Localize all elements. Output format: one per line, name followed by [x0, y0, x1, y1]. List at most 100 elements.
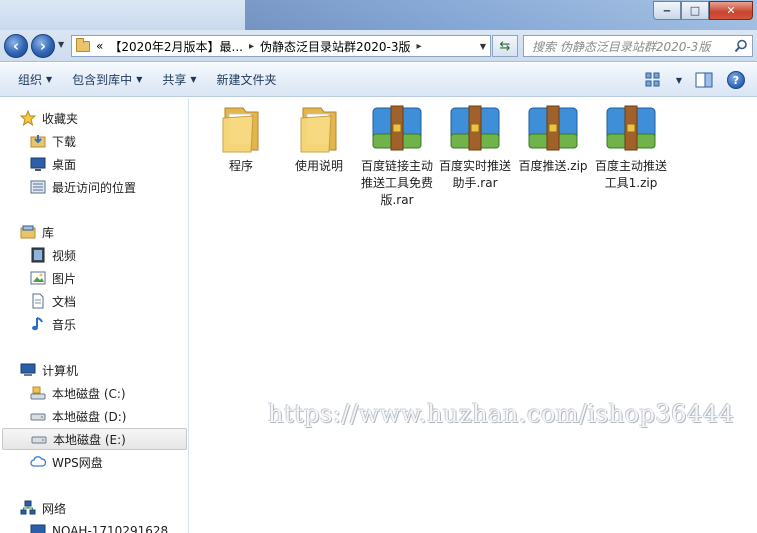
chevron-down-icon: ▼	[46, 75, 53, 84]
sidebar-item-music[interactable]: 音乐	[30, 313, 76, 335]
cloud-icon	[30, 456, 46, 467]
search-icon[interactable]	[734, 39, 748, 53]
system-drive-icon	[30, 386, 46, 400]
nav-group-favorites[interactable]: 收藏夹	[20, 108, 78, 128]
change-view-button[interactable]	[643, 69, 665, 91]
refresh-icon: ⇆	[499, 38, 511, 54]
chevron-down-icon: ▼	[190, 75, 197, 84]
back-button[interactable]: ‹	[4, 34, 28, 58]
minimize-button[interactable]: ‒	[653, 1, 681, 20]
include-label: 包含到库中	[72, 73, 133, 87]
archive-icon	[528, 105, 578, 151]
sidebar-item-drive-e[interactable]: 本地磁盘 (E:)	[2, 428, 187, 450]
view-grid-icon	[645, 72, 660, 87]
nav-group-network[interactable]: 网络	[20, 498, 66, 518]
sidebar-item-label: 本地磁盘 (D:)	[52, 409, 127, 424]
sidebar-item-drive-c[interactable]: 本地磁盘 (C:)	[30, 382, 126, 404]
music-note-icon	[32, 317, 43, 331]
sidebar-item-pictures[interactable]: 图片	[30, 267, 76, 289]
sidebar-item-label: 最近访问的位置	[52, 180, 137, 195]
share-menu-button[interactable]: 共享 ▼	[152, 68, 206, 92]
address-bar[interactable]: « 【2020年2月版本】最... ▸ 伪静态泛目录站群2020-3版 ▸ ▼	[71, 35, 491, 57]
organize-menu-button[interactable]: 组织 ▼	[8, 68, 62, 92]
archive-icon	[450, 105, 500, 151]
breadcrumb-separator-icon[interactable]: ▸	[417, 41, 422, 52]
file-item-folder[interactable]: 程序	[203, 104, 279, 175]
library-icon	[20, 225, 36, 239]
help-icon: ?	[727, 71, 745, 89]
breadcrumb-item-current[interactable]: 伪静态泛目录站群2020-3版	[260, 38, 411, 55]
file-item-archive[interactable]: 百度主动推送工具1.zip	[593, 104, 669, 192]
nav-group-label: 库	[42, 225, 55, 240]
sidebar-item-label: 视频	[52, 248, 77, 263]
sidebar-item-desktop[interactable]: 桌面	[30, 153, 76, 175]
preview-pane-icon	[695, 72, 713, 88]
hard-drive-icon	[30, 413, 46, 421]
breadcrumb-item-parent[interactable]: 【2020年2月版本】最...	[109, 38, 243, 55]
nav-group-label: 网络	[42, 501, 67, 516]
star-icon	[20, 110, 36, 126]
navigation-pane[interactable]: 收藏夹 下载 桌面 最近访问的位置 库 视频 图片 文档 音乐 计算机 本地磁盘…	[0, 98, 189, 533]
organize-label: 组织	[18, 73, 43, 87]
sidebar-item-label: WPS网盘	[52, 455, 103, 470]
breadcrumb-separator-icon[interactable]: ▸	[249, 41, 254, 52]
computer-icon	[20, 363, 36, 376]
share-label: 共享	[162, 73, 187, 87]
new-folder-button[interactable]: 新建文件夹	[207, 68, 287, 92]
computer-icon	[30, 524, 46, 533]
file-item-folder[interactable]: 使用说明	[281, 104, 357, 175]
sidebar-item-label: 本地磁盘 (E:)	[53, 432, 126, 447]
archive-icon	[372, 105, 422, 151]
archive-icon	[606, 105, 656, 151]
sidebar-item-videos[interactable]: 视频	[30, 244, 76, 266]
toolbar-right-group: ▼ ?	[643, 69, 747, 91]
refresh-button[interactable]: ⇆	[492, 35, 518, 57]
include-in-library-button[interactable]: 包含到库中 ▼	[62, 68, 152, 92]
sidebar-item-drive-d[interactable]: 本地磁盘 (D:)	[30, 405, 126, 427]
nav-group-label: 收藏夹	[42, 111, 79, 126]
file-item-archive[interactable]: 百度实时推送助手.rar	[437, 104, 513, 192]
file-item-archive[interactable]: 百度链接主动推送工具免费版.rar	[359, 104, 435, 209]
preview-pane-button[interactable]	[693, 69, 715, 91]
picture-icon	[30, 271, 46, 285]
file-name: 百度推送.zip	[518, 159, 588, 173]
help-button[interactable]: ?	[725, 69, 747, 91]
folder-icon	[76, 37, 90, 52]
chevron-down-icon: ▼	[136, 75, 143, 84]
file-name: 百度主动推送工具1.zip	[594, 159, 667, 190]
file-name: 程序	[228, 159, 253, 173]
forward-button[interactable]: ›	[31, 34, 55, 58]
watermark-text: https://www.huzhan.com/ishop36444	[268, 400, 735, 428]
view-options-dropdown[interactable]: ▼	[675, 69, 683, 91]
sidebar-item-documents[interactable]: 文档	[30, 290, 76, 312]
address-row: ‹ › ▼ « 【2020年2月版本】最... ▸ 伪静态泛目录站群2020-3…	[0, 30, 757, 62]
nav-group-computer[interactable]: 计算机	[20, 360, 78, 380]
new-folder-label: 新建文件夹	[216, 73, 277, 87]
window-titlebar[interactable]: ‒ □ ✕	[0, 0, 757, 30]
search-input[interactable]: 搜索 伪静态泛目录站群2020-3版	[523, 35, 753, 57]
document-icon	[32, 293, 44, 309]
recent-places-icon	[30, 180, 46, 194]
maximize-button[interactable]: □	[681, 1, 709, 20]
command-toolbar: 组织 ▼ 包含到库中 ▼ 共享 ▼ 新建文件夹 ▼ ?	[0, 63, 757, 97]
arrow-left-icon: ‹	[12, 36, 20, 55]
file-name: 百度实时推送助手.rar	[438, 159, 511, 190]
file-item-archive[interactable]: 百度推送.zip	[515, 104, 591, 175]
breadcrumb-overflow[interactable]: «	[96, 39, 103, 53]
file-list-view[interactable]: 程序 使用说明 百度链接主动推送工具免费版.rar 百度实时推送助手.rar 百…	[190, 98, 757, 533]
sidebar-item-network-host[interactable]: NOAH-1710291628	[30, 520, 168, 533]
close-button[interactable]: ✕	[709, 1, 753, 20]
video-icon	[31, 247, 45, 263]
downloads-icon	[30, 135, 46, 148]
sidebar-item-downloads[interactable]: 下载	[30, 130, 76, 152]
sidebar-item-wps-cloud[interactable]: WPS网盘	[30, 451, 103, 473]
file-name: 使用说明	[294, 159, 343, 173]
folder-icon	[222, 107, 259, 153]
sidebar-item-label: NOAH-1710291628	[52, 524, 169, 533]
folder-icon	[300, 107, 337, 153]
sidebar-item-label: 音乐	[52, 317, 77, 332]
nav-group-libraries[interactable]: 库	[20, 222, 54, 242]
sidebar-item-recent-places[interactable]: 最近访问的位置	[30, 176, 136, 198]
address-dropdown-icon[interactable]: ▼	[480, 42, 486, 51]
recent-pages-dropdown[interactable]: ▼	[58, 40, 64, 49]
